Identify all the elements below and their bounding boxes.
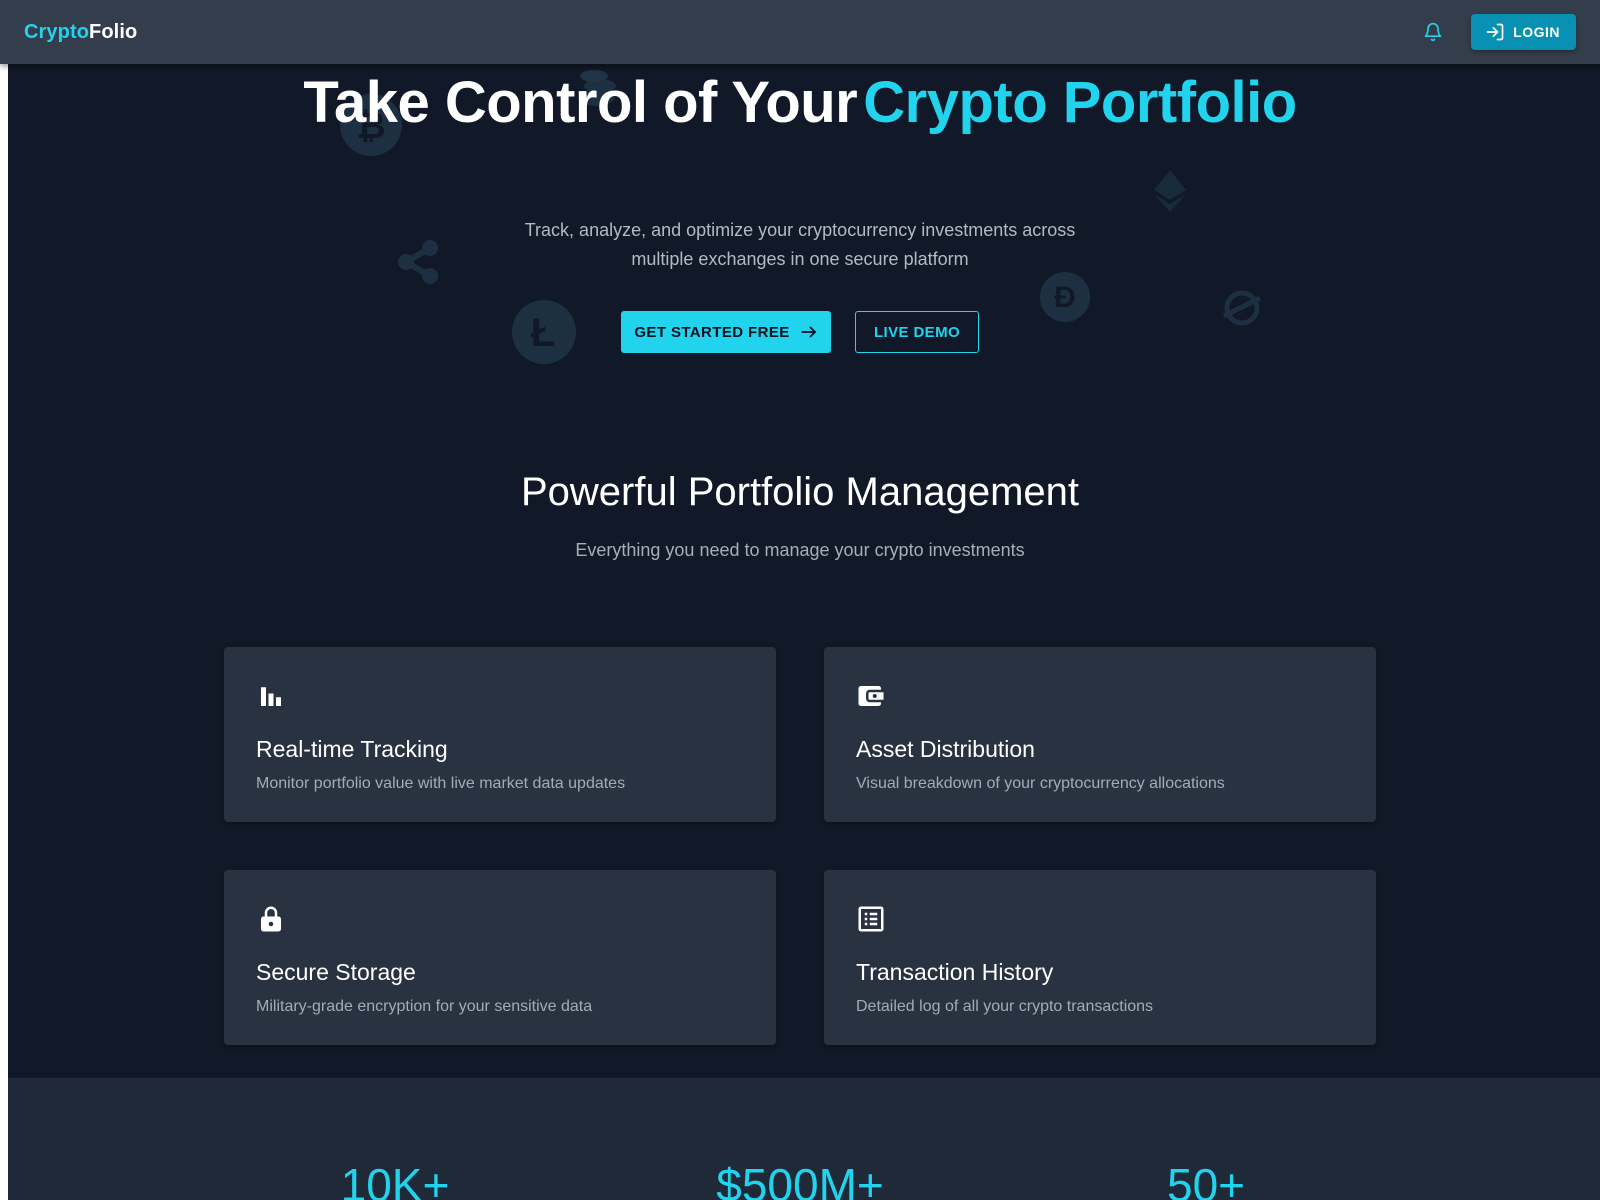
app-header: CryptoFolio LOGIN [0, 0, 1600, 64]
feature-description: Monitor portfolio value with live market… [256, 775, 626, 792]
lock-icon [261, 906, 281, 932]
hero-title: Take Control of Your Crypto Portfolio [0, 68, 1600, 138]
feature-card-secure-storage[interactable]: Secure Storage Military-grade encryption… [224, 870, 776, 1045]
brand-logo[interactable]: CryptoFolio [24, 21, 137, 44]
feature-card-transaction-history[interactable]: Transaction History Detailed log of all … [824, 870, 1376, 1045]
list-icon [858, 906, 884, 932]
bell-icon [1424, 22, 1442, 42]
ethereum-icon [1154, 170, 1186, 212]
login-label: LOGIN [1513, 24, 1560, 40]
brand-accent: Crypto [24, 20, 90, 43]
stellar-icon [1222, 290, 1262, 326]
live-demo-button[interactable]: LIVE DEMO [855, 311, 979, 353]
litecoin-icon: Ł [512, 300, 576, 364]
ripple-icon [398, 240, 438, 284]
feature-title: Transaction History [856, 959, 1054, 985]
hero-title-part1: Take Control of Your [303, 70, 858, 135]
features-title: Powerful Portfolio Management [520, 470, 1080, 514]
feature-description: Military-grade encryption for your sensi… [256, 998, 593, 1015]
login-icon [1486, 23, 1504, 41]
dogecoin-icon: Đ [1040, 272, 1090, 322]
notifications-button[interactable] [1413, 12, 1453, 52]
get-started-label: GET STARTED FREE [634, 323, 790, 341]
stats-section: 10K+ $500M+ 50+ [8, 1078, 1600, 1200]
svg-text:Đ: Đ [1054, 281, 1076, 314]
stat-users: 10K+ [340, 1159, 450, 1200]
feature-description: Detailed log of all your crypto transact… [856, 998, 1154, 1015]
bar-chart-icon [261, 687, 281, 706]
stat-tracked-value: $500M+ [716, 1159, 884, 1200]
feature-title: Asset Distribution [856, 736, 1035, 762]
feature-title: Secure Storage [256, 959, 416, 985]
brand-rest: Folio [89, 20, 138, 43]
features-subtitle: Everything you need to manage your crypt… [575, 540, 1025, 560]
feature-card-asset-distribution[interactable]: Asset Distribution Visual breakdown of y… [824, 647, 1376, 822]
stat-exchanges: 50+ [1166, 1159, 1246, 1200]
page-edge [0, 0, 8, 1200]
arrow-right-icon [800, 326, 816, 338]
feature-description: Visual breakdown of your cryptocurrency … [856, 775, 1225, 792]
feature-title: Real-time Tracking [256, 736, 448, 762]
get-started-button[interactable]: GET STARTED FREE [621, 311, 831, 353]
hero-subtitle: Track, analyze, and optimize your crypto… [524, 220, 1076, 269]
feature-card-realtime-tracking[interactable]: Real-time Tracking Monitor portfolio val… [224, 647, 776, 822]
header-actions: LOGIN [1413, 12, 1576, 52]
wallet-icon [858, 686, 884, 706]
hero-title-part2: Crypto Portfolio [863, 70, 1297, 135]
svg-text:Ł: Ł [531, 311, 555, 355]
live-demo-label: LIVE DEMO [873, 323, 961, 341]
login-button[interactable]: LOGIN [1471, 14, 1576, 50]
